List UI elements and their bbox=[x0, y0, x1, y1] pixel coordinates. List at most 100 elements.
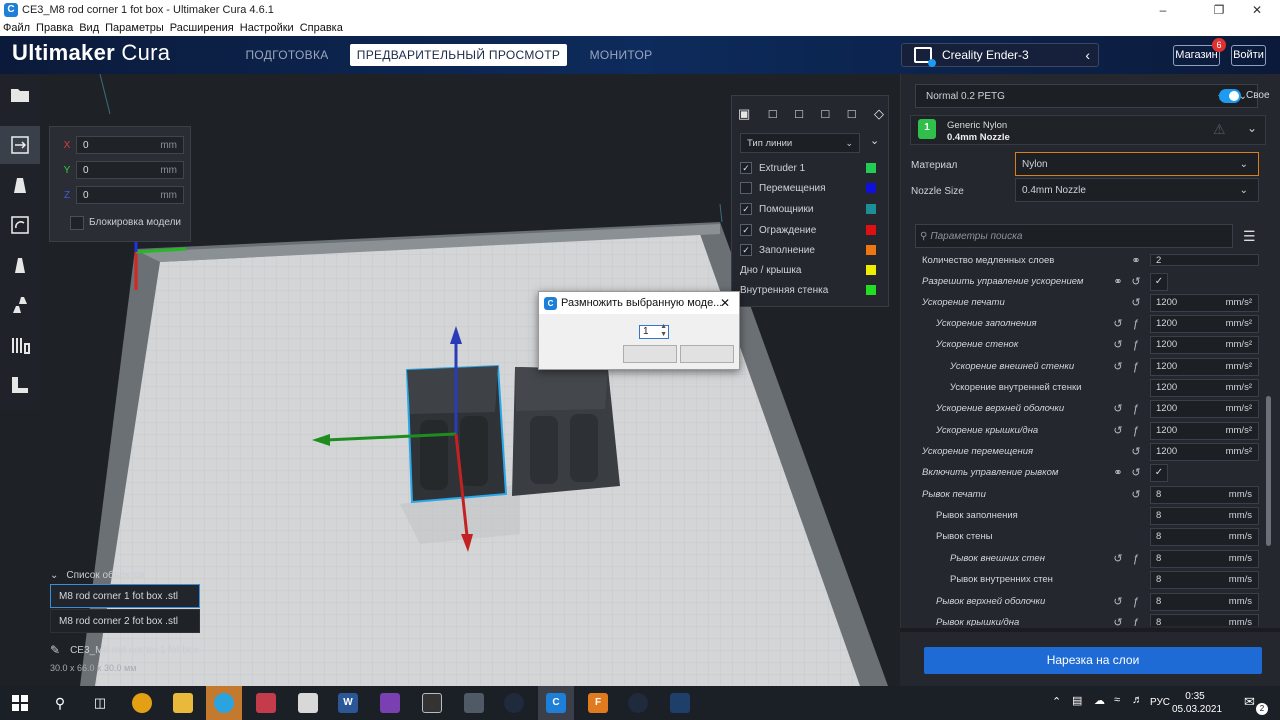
taskbar-steam[interactable] bbox=[496, 686, 532, 720]
setting-row[interactable]: Рывок внешних стен ↺ ƒ 8 mm/s bbox=[910, 548, 1262, 569]
minimize-button[interactable]: – bbox=[1140, 0, 1186, 20]
task-view-button[interactable]: ◫ bbox=[82, 686, 118, 720]
custom-mode-toggle[interactable] bbox=[1219, 89, 1241, 103]
settings-menu-icon[interactable]: ☰ bbox=[1243, 228, 1256, 245]
tab-monitor[interactable]: МОНИТОР bbox=[580, 44, 662, 66]
signin-button[interactable]: Войти bbox=[1231, 45, 1266, 66]
move-tool[interactable] bbox=[0, 126, 40, 164]
rotate-tool[interactable] bbox=[0, 206, 40, 244]
setting-row[interactable]: Ускорение внутренней стенки 1200 mm/s² bbox=[910, 377, 1262, 398]
setting-row[interactable]: Разрешить управление ускорением ⚭ ↺ ✓ bbox=[910, 271, 1262, 292]
setting-row[interactable]: Ускорение печати ↺ 1200 mm/s² bbox=[910, 292, 1262, 313]
setting-row[interactable]: Количество медленных слоев ⚭ 2 bbox=[910, 252, 1262, 271]
lay-flat-tool[interactable] bbox=[0, 366, 40, 404]
view-mode-icon[interactable]: ◇ bbox=[874, 106, 884, 124]
legend-item-travels[interactable]: Перемещения bbox=[740, 178, 884, 198]
scale-tool[interactable] bbox=[0, 166, 40, 204]
settings-search-input[interactable]: ⚲ Параметры поиска bbox=[915, 224, 1233, 248]
chevron-down-icon[interactable]: ⌄ bbox=[1247, 121, 1257, 135]
view-left-icon[interactable]: □ bbox=[821, 106, 829, 124]
setting-row[interactable]: Рывок стены 8 mm/s bbox=[910, 526, 1262, 547]
mirror-tool[interactable] bbox=[0, 246, 40, 284]
setting-row[interactable]: Ускорение стенок ↺ ƒ 1200 mm/s² bbox=[910, 334, 1262, 355]
setting-row[interactable]: Рывок крышки/дна ↺ ƒ 8 mm/s bbox=[910, 612, 1262, 626]
spin-down-icon[interactable]: ▼ bbox=[660, 331, 667, 338]
per-model-settings-tool[interactable] bbox=[0, 286, 40, 324]
legend-item-infill[interactable]: ✓ Заполнение bbox=[740, 240, 884, 260]
network-icon[interactable]: ▤ bbox=[1072, 694, 1082, 707]
taskbar-app[interactable] bbox=[248, 686, 284, 720]
nozzle-size-select[interactable]: 0.4mm Nozzle ⌄ bbox=[1015, 178, 1259, 202]
search-button[interactable]: ⚲ bbox=[42, 686, 78, 720]
dialog-ok-button[interactable] bbox=[623, 345, 677, 363]
taskbar-fusion[interactable]: F bbox=[580, 686, 616, 720]
job-name[interactable]: ✎ CE3_M8 rod corner 1 fot box bbox=[50, 642, 310, 658]
tab-preview[interactable]: ПРЕДВАРИТЕЛЬНЫЙ ПРОСМОТР bbox=[350, 44, 567, 66]
start-button[interactable] bbox=[2, 686, 38, 720]
z-input[interactable]: 0 mm bbox=[76, 186, 184, 204]
setting-row[interactable]: Включить управление рывком ⚭ ↺ ✓ bbox=[910, 462, 1262, 483]
menu-help[interactable]: Справка bbox=[297, 22, 346, 34]
taskbar-telegram[interactable] bbox=[206, 686, 242, 720]
input-language[interactable]: РУС bbox=[1150, 697, 1170, 708]
settings-scrollbar[interactable] bbox=[1266, 396, 1271, 546]
notifications-icon[interactable]: ✉ bbox=[1244, 694, 1255, 710]
legend-item-extruder1[interactable]: ✓ Extruder 1 bbox=[740, 158, 884, 178]
slice-button[interactable]: Нарезка на слои bbox=[924, 647, 1262, 674]
setting-row[interactable]: Рывок верхней оболочки ↺ ƒ 8 mm/s bbox=[910, 591, 1262, 612]
taskbar-explorer[interactable] bbox=[165, 686, 201, 720]
extruder-tab[interactable]: 1 Generic Nylon 0.4mm Nozzle ⚠ ⌄ bbox=[910, 115, 1266, 145]
copies-spinbox[interactable]: 1 ▲ ▼ bbox=[639, 323, 669, 339]
menu-extensions[interactable]: Расширения bbox=[167, 22, 237, 34]
legend-item-helpers[interactable]: ✓ Помощники bbox=[740, 199, 884, 219]
taskbar-paint[interactable] bbox=[290, 686, 326, 720]
taskbar-terminal[interactable] bbox=[414, 686, 450, 720]
setting-row[interactable]: Ускорение верхней оболочки ↺ ƒ 1200 mm/s² bbox=[910, 398, 1262, 419]
menu-file[interactable]: Файл bbox=[0, 22, 33, 34]
setting-row[interactable]: Ускорение крышки/дна ↺ ƒ 1200 mm/s² bbox=[910, 420, 1262, 441]
taskbar-steam2[interactable] bbox=[620, 686, 656, 720]
setting-row[interactable]: Ускорение внешней стенки ↺ ƒ 1200 mm/s² bbox=[910, 356, 1262, 377]
taskbar-chrome[interactable] bbox=[124, 686, 160, 720]
taskbar-visual-studio[interactable] bbox=[372, 686, 408, 720]
system-clock[interactable]: 0:35 05.03.2021 bbox=[1172, 690, 1222, 716]
menu-preferences[interactable]: Настройки bbox=[237, 22, 297, 34]
object-list-header[interactable]: ⌄ Список объектов bbox=[50, 567, 200, 583]
menu-edit[interactable]: Правка bbox=[33, 22, 76, 34]
tab-prepare[interactable]: ПОДГОТОВКА bbox=[236, 44, 338, 66]
color-scheme-select[interactable]: Тип линии ⌄ bbox=[740, 133, 860, 153]
open-file-button[interactable] bbox=[0, 76, 40, 114]
menu-settings[interactable]: Параметры bbox=[102, 22, 167, 34]
object-list-item[interactable]: M8 rod corner 2 fot box .stl bbox=[50, 609, 200, 633]
taskbar-app2[interactable] bbox=[662, 686, 698, 720]
wifi-icon[interactable]: ≈ bbox=[1114, 694, 1120, 706]
material-select[interactable]: Nylon ⌄ bbox=[1015, 152, 1259, 176]
spin-up-icon[interactable]: ▲ bbox=[660, 323, 667, 330]
legend-item-shell[interactable]: ✓ Ограждение bbox=[740, 220, 884, 240]
setting-row[interactable]: Рывок печати ↺ 8 mm/s bbox=[910, 484, 1262, 505]
taskbar-word[interactable]: W bbox=[330, 686, 366, 720]
close-window-button[interactable]: ✕ bbox=[1234, 0, 1280, 20]
profile-selector[interactable]: Normal 0.2 PETG ★ ⌄ bbox=[915, 84, 1258, 108]
chevron-up-icon[interactable]: ⌃ bbox=[1052, 695, 1061, 708]
dialog-cancel-button[interactable] bbox=[680, 345, 734, 363]
view-top-icon[interactable]: □ bbox=[795, 106, 803, 124]
view-3d-icon[interactable]: ▣ bbox=[738, 106, 750, 124]
dialog-close-icon[interactable]: ✕ bbox=[720, 296, 730, 310]
setting-row[interactable]: Рывок внутренних стен 8 mm/s bbox=[910, 569, 1262, 590]
view-right-icon[interactable]: □ bbox=[848, 106, 856, 124]
support-blocker-tool[interactable] bbox=[0, 326, 40, 364]
taskbar-cura[interactable]: C bbox=[538, 686, 574, 720]
collapse-panel-icon[interactable]: ⌄ bbox=[870, 134, 879, 147]
setting-row[interactable]: Рывок заполнения 8 mm/s bbox=[910, 505, 1262, 526]
x-input[interactable]: 0 mm bbox=[76, 136, 184, 154]
printer-selector[interactable]: Creality Ender-3 ‹ bbox=[901, 43, 1099, 67]
y-input[interactable]: 0 mm bbox=[76, 161, 184, 179]
lock-model-checkbox[interactable] bbox=[70, 216, 84, 230]
menu-view[interactable]: Вид bbox=[76, 22, 102, 34]
taskbar-calculator[interactable] bbox=[456, 686, 492, 720]
volume-icon[interactable]: ♬ bbox=[1132, 694, 1143, 706]
onedrive-icon[interactable]: ☁ bbox=[1094, 694, 1105, 707]
view-front-icon[interactable]: □ bbox=[769, 106, 777, 124]
setting-row[interactable]: Ускорение перемещения ↺ 1200 mm/s² bbox=[910, 441, 1262, 462]
